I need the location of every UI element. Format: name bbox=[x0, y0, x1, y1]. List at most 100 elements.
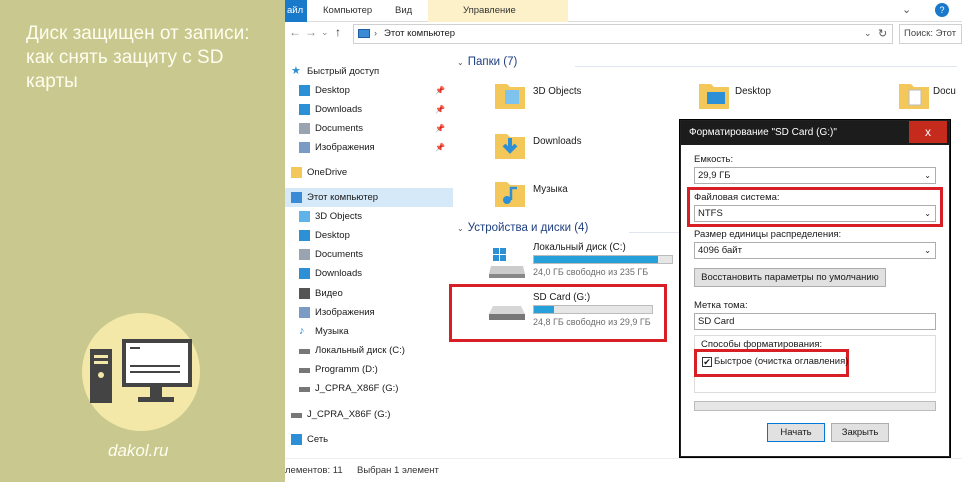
start-button[interactable]: Начать bbox=[767, 423, 825, 442]
devices-group-header[interactable]: ⌄ Устройства и диски (4) bbox=[457, 222, 588, 234]
star-icon: ★ bbox=[291, 65, 301, 77]
drive-free-space: 24,0 ГБ свободно из 235 ГБ bbox=[533, 267, 649, 277]
drive-icon bbox=[299, 368, 310, 373]
search-input[interactable]: Поиск: Этот bbox=[899, 24, 962, 44]
close-button[interactable]: Закрыть bbox=[831, 423, 889, 442]
tab-view[interactable]: Вид bbox=[395, 0, 412, 22]
nav-item[interactable]: 3D Objects bbox=[285, 207, 453, 226]
pin-icon[interactable]: 📌 bbox=[435, 138, 445, 157]
nav-item[interactable]: Programm (D:) bbox=[285, 360, 453, 379]
breadcrumb-chevron-icon: › bbox=[374, 28, 377, 38]
nav-item[interactable]: J_CPRA_X86F (G:) bbox=[285, 379, 453, 398]
cube-icon bbox=[299, 211, 310, 222]
nav-item[interactable]: Documents 📌 bbox=[285, 119, 453, 138]
music-folder-icon bbox=[495, 182, 525, 207]
network-icon bbox=[291, 434, 302, 445]
nav-item-label: Downloads bbox=[315, 104, 362, 115]
cube-folder-icon bbox=[495, 84, 525, 109]
nav-item[interactable]: Видео bbox=[285, 284, 453, 303]
computer-icon bbox=[90, 339, 192, 403]
drive-icon bbox=[299, 349, 310, 354]
music-icon: ♪ bbox=[299, 325, 305, 337]
desktop-folder-icon bbox=[699, 84, 729, 109]
nav-item[interactable]: Изображения bbox=[285, 303, 453, 322]
nav-item[interactable]: Downloads 📌 bbox=[285, 100, 453, 119]
selection-count: Выбран 1 элемент bbox=[357, 465, 439, 476]
refresh-icon[interactable]: ↻ bbox=[878, 27, 887, 40]
group-divider bbox=[575, 66, 957, 67]
nav-item[interactable]: OneDrive bbox=[285, 163, 453, 182]
close-icon[interactable]: x bbox=[909, 121, 947, 143]
nav-item-label: 3D Objects bbox=[315, 211, 362, 222]
up-arrow-icon[interactable]: ↑ bbox=[335, 25, 341, 39]
filesystem-select[interactable]: NTFS ⌄ bbox=[694, 205, 936, 222]
nav-item[interactable]: Изображения 📌 bbox=[285, 138, 453, 157]
drive-usage-bar bbox=[533, 255, 673, 264]
ribbon: айл Компьютер Вид Управление ⌄ ? bbox=[285, 0, 962, 22]
nav-item-label: Desktop bbox=[315, 85, 350, 96]
computer-icon bbox=[358, 29, 370, 38]
folder-item-3d-objects[interactable]: 3D Objects bbox=[493, 78, 633, 118]
nav-item[interactable]: Этот компьютер bbox=[285, 188, 453, 207]
computer-icon bbox=[291, 192, 302, 203]
nav-item-label: J_CPRA_X86F (G:) bbox=[307, 409, 391, 420]
capacity-label: Емкость: bbox=[694, 154, 734, 165]
chevron-down-icon: ⌄ bbox=[924, 246, 931, 255]
pictures-icon bbox=[299, 307, 310, 318]
site-brand: dakol.ru bbox=[108, 441, 169, 460]
nav-item-label: Быстрый доступ bbox=[307, 66, 380, 77]
folder-label: Docu bbox=[933, 86, 956, 97]
status-bar: лементов: 11 Выбран 1 элемент bbox=[285, 458, 962, 482]
desktop-icon bbox=[299, 85, 310, 96]
allocation-select[interactable]: 4096 байт ⌄ bbox=[694, 242, 936, 259]
tab-computer[interactable]: Компьютер bbox=[323, 0, 372, 22]
desktop-icon bbox=[299, 230, 310, 241]
minimize-ribbon-icon[interactable]: ⌄ bbox=[902, 3, 911, 16]
folder-item-documents[interactable]: Docu bbox=[897, 78, 961, 118]
dropdown-chevron-icon[interactable]: ⌄ bbox=[864, 28, 872, 39]
format-dialog: Форматирование "SD Card (G:)" x Емкость:… bbox=[680, 120, 950, 457]
tab-manage[interactable]: Управление bbox=[463, 0, 516, 22]
forward-arrow-icon[interactable]: → bbox=[305, 25, 317, 39]
recent-chevron-icon[interactable]: ⌄ bbox=[321, 27, 329, 38]
restore-defaults-button[interactable]: Восстановить параметры по умолчанию bbox=[694, 268, 886, 287]
pin-icon[interactable]: 📌 bbox=[435, 119, 445, 138]
nav-item-label: Видео bbox=[315, 288, 343, 299]
drive-free-space: 24,8 ГБ свободно из 29,9 ГБ bbox=[533, 317, 651, 327]
folder-label: Desktop bbox=[735, 86, 771, 97]
nav-item[interactable]: Documents bbox=[285, 245, 453, 264]
download-icon bbox=[299, 104, 310, 115]
video-icon bbox=[299, 288, 310, 299]
nav-item[interactable]: Desktop bbox=[285, 226, 453, 245]
nav-item[interactable]: ♪ Музыка bbox=[285, 322, 453, 341]
drive-item-sd-card[interactable]: SD Card (G:) 24,8 ГБ свободно из 29,9 ГБ bbox=[489, 292, 659, 334]
volume-input[interactable]: SD Card bbox=[694, 313, 936, 330]
folder-item-desktop[interactable]: Desktop bbox=[697, 78, 837, 118]
folder-item-music[interactable]: Музыка bbox=[493, 176, 633, 216]
folders-group-header[interactable]: ⌄ Папки (7) bbox=[457, 56, 517, 68]
folder-item-downloads[interactable]: Downloads bbox=[493, 128, 633, 168]
quick-format-checkbox[interactable]: ✔ bbox=[702, 357, 712, 367]
nav-item[interactable]: J_CPRA_X86F (G:) bbox=[285, 405, 453, 424]
drive-item-c[interactable]: Локальный диск (C:) 24,0 ГБ свободно из … bbox=[489, 242, 679, 284]
article-banner: Диск защищен от записи: как снять защиту… bbox=[0, 0, 285, 482]
pin-icon[interactable]: 📌 bbox=[435, 81, 445, 100]
nav-item[interactable]: Сеть bbox=[285, 430, 453, 449]
address-path: Этот компьютер bbox=[384, 28, 456, 39]
back-arrow-icon[interactable]: ← bbox=[289, 25, 301, 39]
nav-item[interactable]: Downloads bbox=[285, 264, 453, 283]
nav-item[interactable]: Локальный диск (C:) bbox=[285, 341, 453, 360]
allocation-label: Размер единицы распределения: bbox=[694, 229, 842, 240]
article-title: Диск защищен от записи: как снять защиту… bbox=[26, 23, 250, 92]
nav-item-label: Сеть bbox=[307, 434, 329, 445]
capacity-select[interactable]: 29,9 ГБ ⌄ bbox=[694, 167, 936, 184]
nav-item[interactable]: ★ Быстрый доступ bbox=[285, 62, 453, 81]
pin-icon[interactable]: 📌 bbox=[435, 100, 445, 119]
nav-item-label: Изображения bbox=[315, 307, 375, 318]
help-icon[interactable]: ? bbox=[935, 3, 949, 17]
nav-item-label: Desktop bbox=[315, 230, 350, 241]
downloads-folder-icon bbox=[495, 134, 525, 159]
nav-item[interactable]: Desktop 📌 bbox=[285, 81, 453, 100]
address-bar[interactable]: › Этот компьютер ⌄ ↻ bbox=[353, 24, 893, 44]
tab-file[interactable]: айл bbox=[285, 0, 307, 22]
